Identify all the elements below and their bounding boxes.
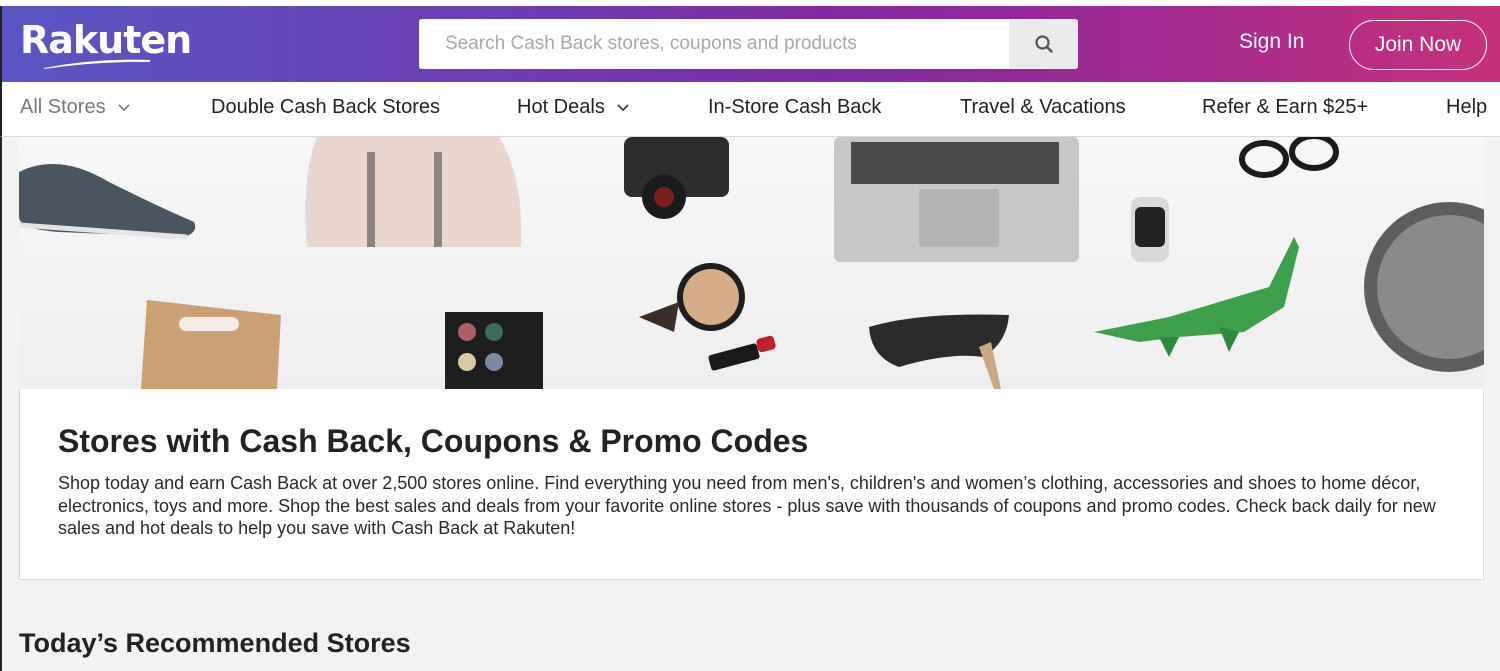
- laptop-image: [834, 137, 1079, 262]
- high-heel-image: [869, 314, 1009, 389]
- recommended-stores-heading: Today’s Recommended Stores: [19, 628, 411, 658]
- chevron-down-icon: [617, 103, 629, 111]
- nav-help[interactable]: Help: [1446, 96, 1487, 119]
- hero-products-illustration: [19, 137, 1484, 389]
- nav-help-label: Help: [1446, 96, 1488, 118]
- intro-card: Stores with Cash Back, Coupons & Promo C…: [19, 389, 1484, 580]
- logo-swoosh-icon: [44, 59, 150, 69]
- nav-double-cash-back-label: Double Cash Back Stores: [211, 96, 441, 118]
- handbag-image: [305, 137, 522, 247]
- lipstick-image: [708, 335, 776, 371]
- site-header: Rakuten Sign In Join Now: [0, 6, 1500, 82]
- nav-travel-label: Travel & Vacations: [960, 96, 1126, 118]
- nav-double-cash-back[interactable]: Double Cash Back Stores: [211, 96, 440, 119]
- camera-image: [624, 137, 729, 219]
- search-input[interactable]: [419, 19, 1009, 69]
- chevron-down-icon: [118, 103, 130, 111]
- search-icon: [1034, 35, 1053, 53]
- search-box: [419, 19, 1078, 69]
- nav-hot-deals[interactable]: Hot Deals: [517, 96, 629, 119]
- intro-description: Shop today and earn Cash Back at over 2,…: [58, 473, 1436, 538]
- toy-crocodile-image: [1094, 237, 1299, 357]
- glasses-image: [1239, 137, 1339, 178]
- nav-in-store-label: In-Store Cash Back: [708, 96, 882, 118]
- pan-image: [1364, 202, 1484, 372]
- left-edge-line: [0, 137, 2, 671]
- nav-refer-earn[interactable]: Refer & Earn $25+: [1202, 96, 1368, 119]
- page-title: Stores with Cash Back, Coupons & Promo C…: [58, 423, 809, 459]
- cutting-board-image: [141, 300, 281, 389]
- search-button[interactable]: [1009, 19, 1078, 69]
- eyeshadow-palette-image: [445, 312, 543, 389]
- sign-in-link[interactable]: Sign In: [1239, 30, 1304, 54]
- nav-all-stores-label: All Stores: [20, 96, 106, 118]
- join-now-button[interactable]: Join Now: [1349, 20, 1487, 70]
- watch-image: [1131, 197, 1169, 262]
- shoe-image: [19, 164, 196, 240]
- nav-travel-vacations[interactable]: Travel & Vacations: [960, 96, 1126, 119]
- nav-refer-label: Refer & Earn $25+: [1202, 96, 1369, 118]
- powder-compact-image: [639, 263, 745, 332]
- main-nav: All Stores Double Cash Back Stores Hot D…: [0, 82, 1500, 137]
- nav-in-store-cash-back[interactable]: In-Store Cash Back: [708, 96, 881, 119]
- nav-all-stores[interactable]: All Stores: [20, 96, 130, 119]
- hero-banner: [19, 137, 1484, 389]
- nav-hot-deals-label: Hot Deals: [517, 96, 605, 118]
